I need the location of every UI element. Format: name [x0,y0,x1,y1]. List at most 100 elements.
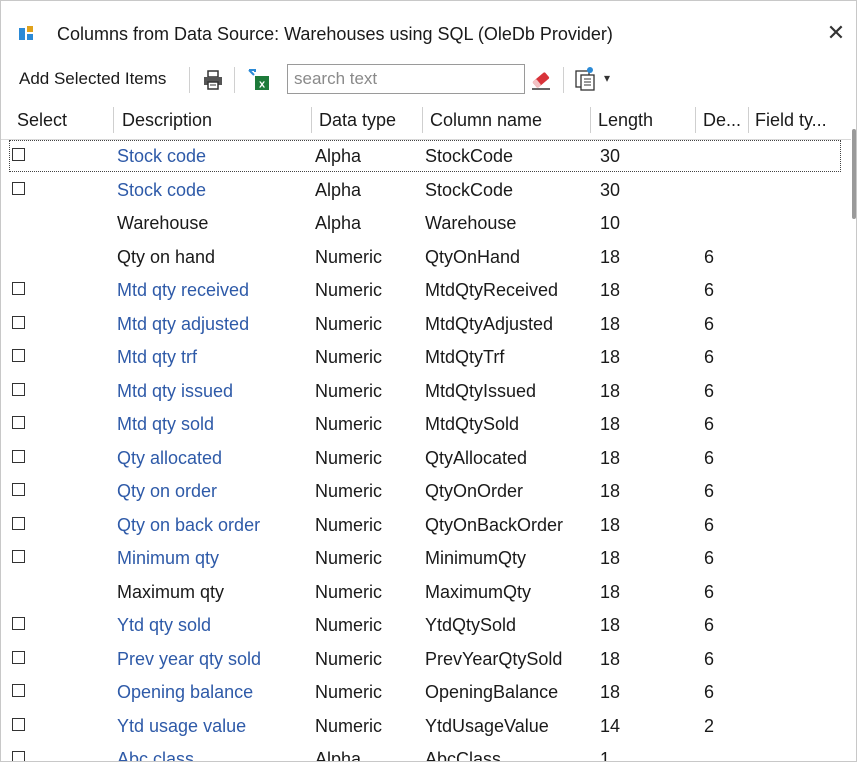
table-row[interactable]: Mtd qty issued Numeric MtdQtyIssued 18 6 [1,375,851,408]
cell-column-name: OpeningBalance [425,682,559,702]
search-input[interactable] [287,64,525,94]
table-row[interactable]: Minimum qty Numeric MinimumQty 18 6 [1,542,851,575]
cell-description[interactable]: Mtd qty received [117,274,249,307]
column-header-field-type[interactable]: Field ty... [755,101,847,139]
select-checkbox[interactable] [12,182,25,195]
app-icon [19,26,35,40]
column-divider[interactable] [311,107,312,133]
column-divider[interactable] [422,107,423,133]
cell-description[interactable]: Qty on order [117,475,217,508]
cell-data-type: Numeric [315,615,383,635]
table-row[interactable]: Stock code Alpha StockCode 30 [1,174,851,207]
chevron-down-icon[interactable]: ▾ [604,71,610,85]
select-checkbox[interactable] [12,517,25,530]
cell-data-type: Numeric [315,481,383,501]
select-checkbox[interactable] [12,282,25,295]
select-checkbox[interactable] [12,718,25,731]
cell-length: 18 [600,381,621,401]
export-excel-icon[interactable]: x [246,67,272,93]
table-row[interactable]: Prev year qty sold Numeric PrevYearQtySold… [1,643,851,676]
table-row[interactable]: Maximum qty Numeric MaximumQty 18 6 [1,576,851,609]
window-title: Columns from Data Source: Warehouses usi… [57,24,613,44]
select-checkbox[interactable] [12,617,25,630]
cell-description[interactable]: Mtd qty issued [117,375,233,408]
cell-description[interactable]: Opening balance [117,676,253,709]
cell-column-name: MinimumQty [425,548,527,568]
table-row[interactable]: Stock code Alpha StockCode 30 [1,140,851,173]
toolbar-separator [234,67,235,93]
select-checkbox[interactable] [12,316,25,329]
cell-decimals: 6 [704,615,715,635]
cell-length: 18 [600,582,621,602]
svg-text:x: x [259,79,266,91]
select-checkbox[interactable] [12,550,25,563]
cell-data-type: Alpha [315,146,362,166]
column-divider[interactable] [590,107,591,133]
cell-column-name: QtyOnHand [425,247,521,267]
select-checkbox[interactable] [12,483,25,496]
cell-data-type: Numeric [315,247,383,267]
table-row[interactable]: Qty on order Numeric QtyOnOrder 18 6 [1,475,851,508]
select-checkbox[interactable] [12,416,25,429]
table-row[interactable]: Qty on back order Numeric QtyOnBackOrder 18… [1,509,851,542]
column-header-decimals[interactable]: De... [703,101,747,139]
column-divider[interactable] [113,107,114,133]
cell-column-name: YtdQtySold [425,615,517,635]
column-divider[interactable] [695,107,696,133]
table-row[interactable]: Opening balance Numeric OpeningBalance 18 6 [1,676,851,709]
cell-length: 18 [600,481,621,501]
column-header-data-type[interactable]: Data type [319,101,419,139]
cell-column-name: MtdQtyTrf [425,347,505,367]
select-checkbox[interactable] [12,651,25,664]
cell-decimals: 6 [704,649,715,669]
column-header-column-name[interactable]: Column name [430,101,588,139]
column-header-select[interactable]: Select [17,101,109,139]
table-row[interactable]: Abc class Alpha AbcClass 1 [1,743,851,762]
select-checkbox[interactable] [12,148,25,161]
cell-description[interactable]: Stock code [117,140,206,173]
table-row[interactable]: Ytd usage value Numeric YtdUsageValue 14 2 [1,710,851,743]
cell-column-name: MaximumQty [425,582,532,602]
print-icon[interactable] [202,69,224,91]
columns-dialog: Columns from Data Source: Warehouses usi… [0,0,857,762]
copy-columns-icon[interactable] [574,66,598,92]
cell-description[interactable]: Minimum qty [117,542,219,575]
cell-description[interactable]: Qty on back order [117,509,260,542]
cell-length: 1 [600,749,611,762]
select-checkbox[interactable] [12,684,25,697]
close-button[interactable]: ✕ [822,19,850,47]
table-row[interactable]: Warehouse Alpha Warehouse 10 [1,207,851,240]
table-row[interactable]: Qty on hand Numeric QtyOnHand 18 6 [1,241,851,274]
table-row[interactable]: Mtd qty received Numeric MtdQtyReceived 18 6 [1,274,851,307]
cell-length: 30 [600,180,621,200]
cell-description[interactable]: Mtd qty adjusted [117,308,249,341]
cell-description[interactable]: Prev year qty sold [117,643,261,676]
vertical-scrollbar[interactable] [850,129,856,761]
select-checkbox[interactable] [12,383,25,396]
column-header-length[interactable]: Length [598,101,690,139]
table-row[interactable]: Mtd qty adjusted Numeric MtdQtyAdjusted 18 6 [1,308,851,341]
cell-description[interactable]: Qty allocated [117,442,222,475]
select-checkbox[interactable] [12,450,25,463]
cell-description[interactable]: Ytd qty sold [117,609,211,642]
cell-decimals: 6 [704,347,715,367]
cell-column-name: QtyOnBackOrder [425,515,564,535]
cell-description[interactable]: Mtd qty sold [117,408,214,441]
cell-length: 18 [600,414,621,434]
cell-description[interactable]: Abc class [117,743,194,761]
table-row[interactable]: Ytd qty sold Numeric YtdQtySold 18 6 [1,609,851,642]
column-divider[interactable] [748,107,749,133]
cell-length: 18 [600,347,621,367]
table-row[interactable]: Mtd qty sold Numeric MtdQtySold 18 6 [1,408,851,441]
cell-description[interactable]: Mtd qty trf [117,341,197,374]
table-row[interactable]: Mtd qty trf Numeric MtdQtyTrf 18 6 [1,341,851,374]
add-selected-items-button[interactable]: Add Selected Items [19,67,166,91]
table-row[interactable]: Qty allocated Numeric QtyAllocated 18 6 [1,442,851,475]
clear-search-icon[interactable] [529,68,553,92]
scrollbar-thumb[interactable] [852,129,856,219]
cell-description[interactable]: Ytd usage value [117,710,246,743]
select-checkbox[interactable] [12,751,25,761]
column-header-description[interactable]: Description [122,101,307,139]
select-checkbox[interactable] [12,349,25,362]
cell-description[interactable]: Stock code [117,174,206,207]
